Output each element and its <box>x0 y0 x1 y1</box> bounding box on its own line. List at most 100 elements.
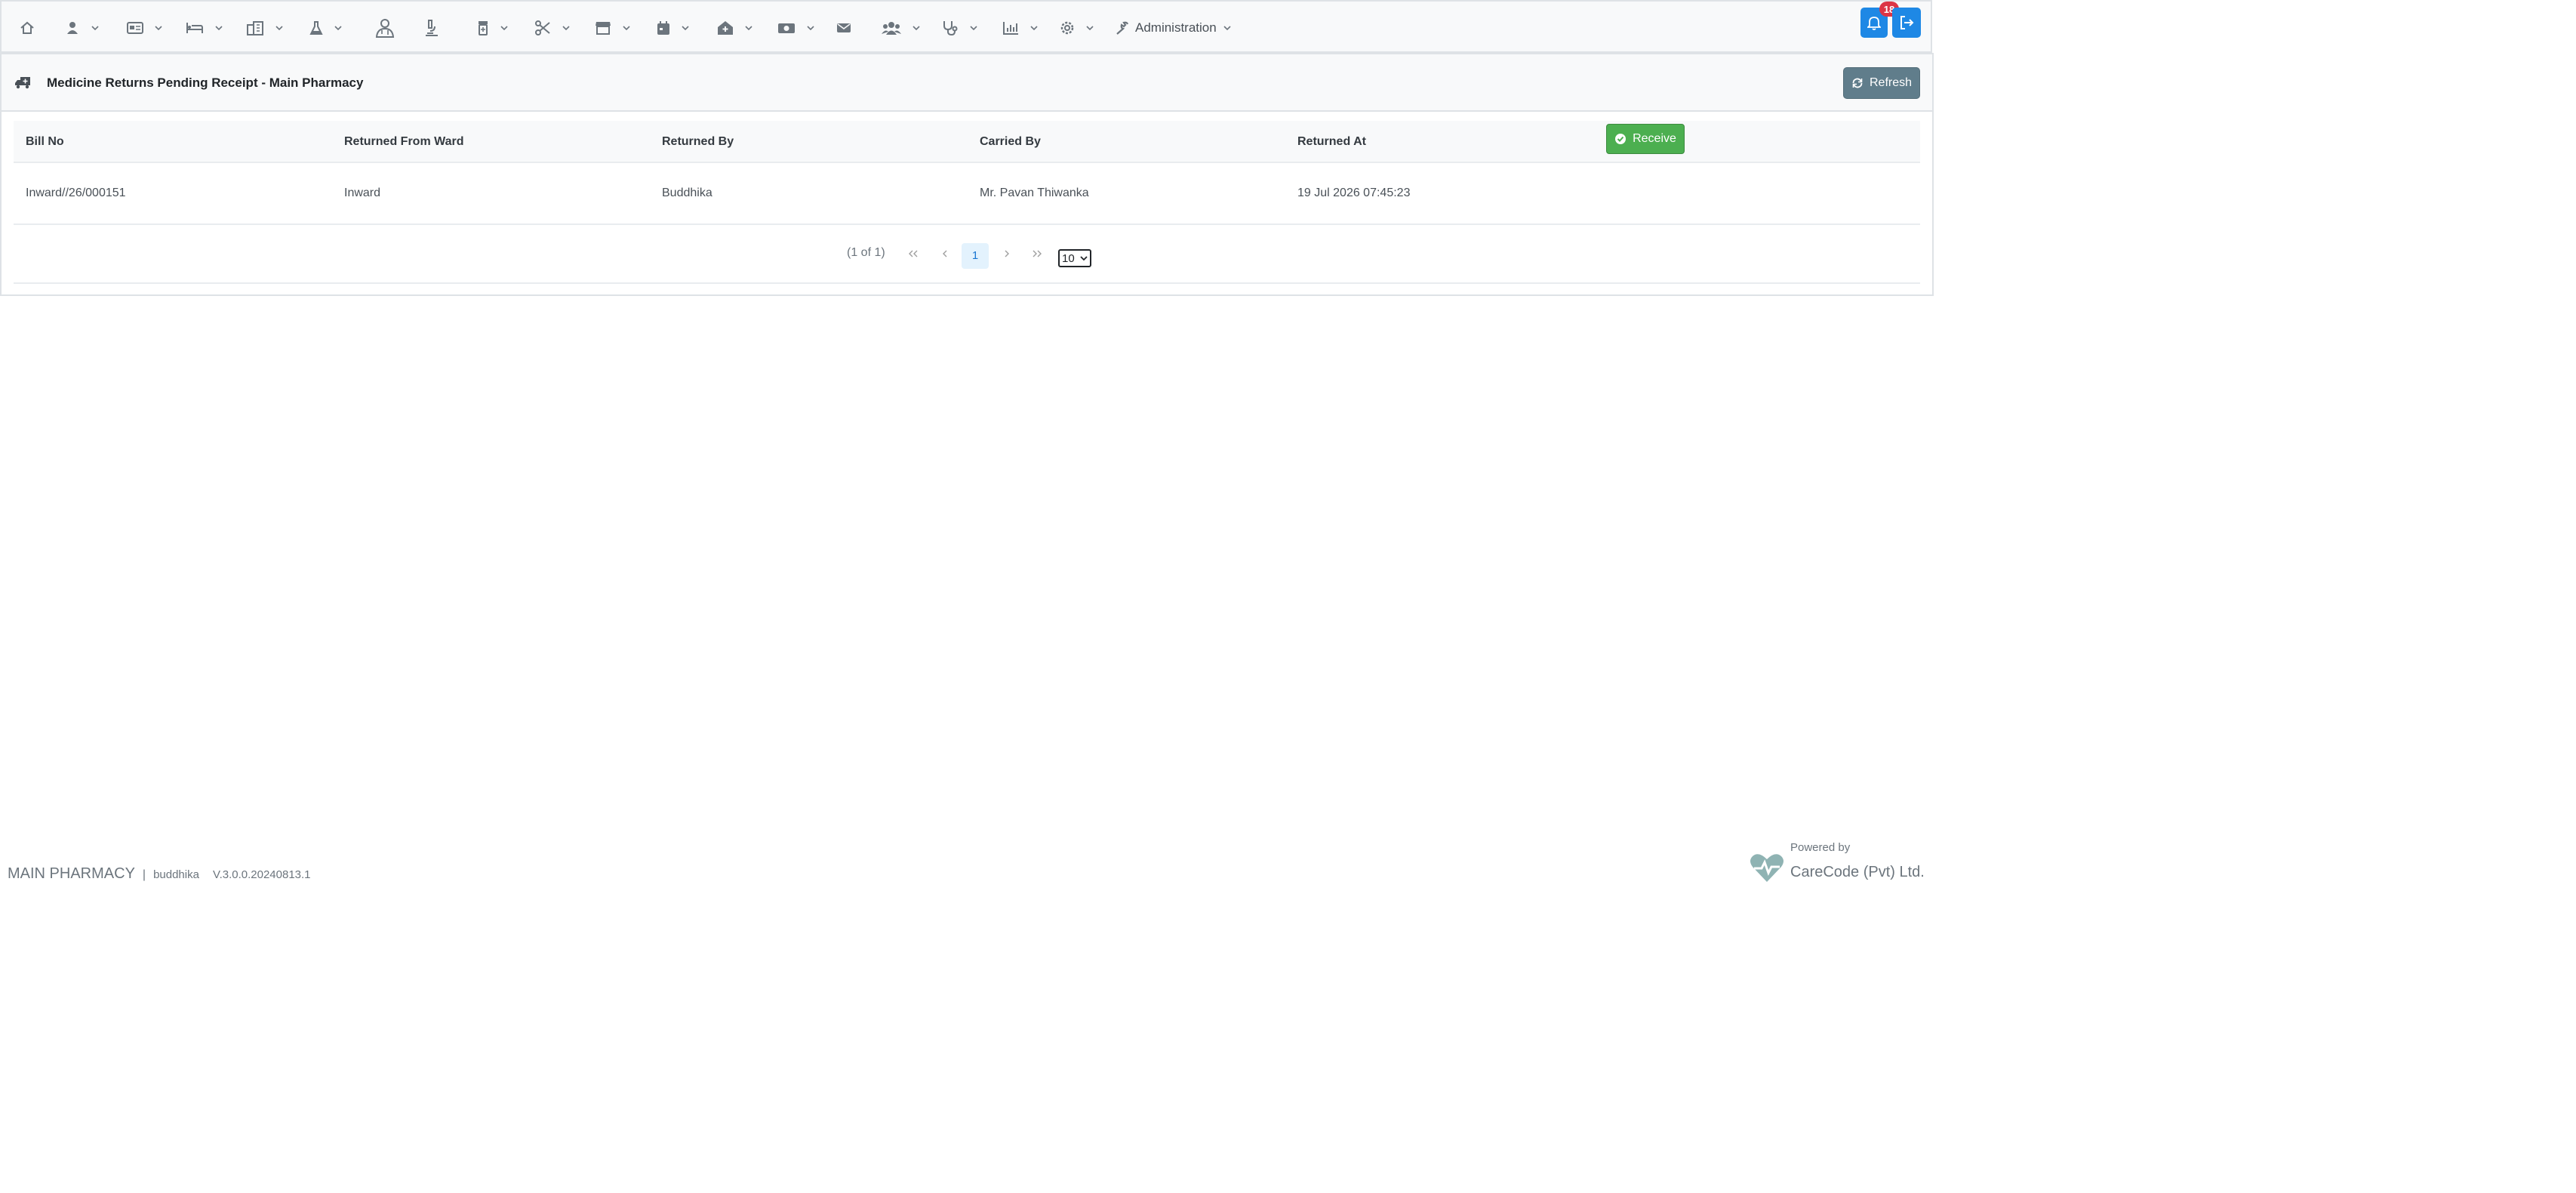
column-header-returned-at[interactable]: Returned At <box>1297 121 1366 163</box>
chevron-down-icon <box>500 26 508 31</box>
user-icon <box>67 22 78 34</box>
company-name: CareCode (Pvt) Ltd. <box>1790 864 1925 880</box>
envelope-icon <box>837 23 851 32</box>
column-header-bill-no[interactable]: Bill No <box>26 121 64 163</box>
column-header-ward[interactable]: Returned From Ward <box>344 121 464 163</box>
menu-clinic[interactable] <box>717 15 753 41</box>
cell-ward: Inward <box>344 187 381 199</box>
chevron-down-icon <box>215 26 223 31</box>
chevron-down-icon <box>1030 26 1038 31</box>
returns-panel: Medicine Returns Pending Receipt - Main … <box>0 53 1934 296</box>
rows-per-page-select[interactable]: 10 <box>1058 249 1091 267</box>
cell-returned-at: 19 Jul 2026 07:45:23 <box>1297 187 1411 199</box>
menu-opd[interactable] <box>127 15 163 41</box>
cell-bill-no: Inward//26/000151 <box>26 187 126 199</box>
menu-doctor[interactable] <box>374 15 395 41</box>
refresh-icon <box>1852 78 1863 88</box>
receive-label: Receive <box>1633 132 1676 145</box>
stethoscope-icon <box>943 21 958 36</box>
carecode-logo-icon <box>1750 854 1784 882</box>
logged-user: buddhika <box>153 868 199 881</box>
wrench-icon <box>1116 21 1129 35</box>
menu-appointments[interactable] <box>657 15 690 41</box>
menu-store[interactable] <box>595 15 631 41</box>
chevron-down-icon <box>913 26 920 31</box>
prev-page-button[interactable] <box>933 242 957 266</box>
double-chevron-right-icon <box>1033 250 1042 257</box>
paginator: (1 of 1) 1 10 <box>2 239 1932 269</box>
administration-label: Administration <box>1135 20 1217 35</box>
menu-pharmacy[interactable] <box>477 15 509 41</box>
flask-icon <box>309 21 323 35</box>
menu-clinical[interactable] <box>942 15 978 41</box>
top-menubar: Administration 18 <box>0 0 1932 53</box>
cell-returned-by: Buddhika <box>662 187 712 199</box>
page-title: Medicine Returns Pending Receipt - Main … <box>47 76 364 90</box>
version-label: V.3.0.0.20240813.1 <box>212 868 311 881</box>
table-row[interactable]: Inward//26/000151 Inward Buddhika Mr. Pa… <box>14 163 1920 225</box>
chevron-down-icon <box>155 26 162 31</box>
chevron-left-icon <box>943 250 947 257</box>
house-medical-icon <box>718 21 733 35</box>
money-icon <box>778 23 795 33</box>
truck-medical-icon <box>15 77 30 89</box>
menu-reports[interactable] <box>1002 15 1039 41</box>
pills-icon <box>479 21 488 35</box>
building-icon <box>247 21 263 35</box>
bed-icon <box>186 23 203 33</box>
column-header-carried-by[interactable]: Carried By <box>980 121 1041 163</box>
footer-separator: | <box>142 868 146 881</box>
id-card-icon <box>127 22 143 34</box>
menu-lab-results[interactable] <box>423 15 441 41</box>
user-doctor-icon <box>375 19 395 38</box>
chevron-down-icon <box>1086 26 1094 31</box>
chevron-down-icon <box>807 26 814 31</box>
logout-icon <box>1900 16 1914 29</box>
menu-staff[interactable] <box>882 15 921 41</box>
cell-carried-by: Mr. Pavan Thiwanka <box>980 187 1089 199</box>
chevron-down-icon <box>334 26 342 31</box>
menu-channel[interactable] <box>246 15 284 41</box>
menu-patients[interactable] <box>65 15 100 41</box>
bell-icon <box>1867 17 1881 30</box>
chevron-down-icon <box>562 26 570 31</box>
menu-inward[interactable] <box>186 15 223 41</box>
menu-theatre[interactable] <box>534 15 571 41</box>
column-header-returned-by[interactable]: Returned By <box>662 121 734 163</box>
double-chevron-left-icon <box>909 250 918 257</box>
store-icon <box>596 22 611 35</box>
next-page-button[interactable] <box>995 242 1019 266</box>
chart-icon <box>1003 22 1018 35</box>
chevron-down-icon <box>970 26 977 31</box>
last-page-button[interactable] <box>1025 242 1049 266</box>
page-report: (1 of 1) <box>847 246 885 259</box>
first-page-button[interactable] <box>901 242 925 266</box>
footer-info: MAIN PHARMACY | buddhika V.3.0.0.2024081… <box>8 865 311 883</box>
scissors-icon <box>535 20 550 35</box>
chevron-down-icon <box>1080 256 1088 261</box>
receive-button[interactable]: Receive <box>1606 124 1685 154</box>
home-icon <box>20 21 34 34</box>
menu-lab[interactable] <box>309 15 343 41</box>
menu-home[interactable] <box>20 15 35 41</box>
chevron-down-icon <box>682 26 689 31</box>
gear-icon <box>1060 21 1074 35</box>
powered-by-label: Powered by <box>1790 841 1851 854</box>
menu-messages[interactable] <box>836 15 851 41</box>
chevron-down-icon <box>275 26 283 31</box>
chevron-right-icon <box>1005 250 1009 257</box>
menu-settings[interactable] <box>1060 15 1094 41</box>
page-button-current[interactable]: 1 <box>962 243 989 269</box>
check-circle-icon <box>1615 134 1627 144</box>
refresh-label: Refresh <box>1869 76 1913 89</box>
chevron-down-icon <box>745 26 752 31</box>
rows-per-page-value: 10 <box>1062 251 1075 265</box>
panel-header: Medicine Returns Pending Receipt - Main … <box>2 54 1932 112</box>
refresh-button[interactable]: Refresh <box>1843 67 1920 99</box>
calendar-icon <box>657 21 669 35</box>
divider <box>14 282 1920 284</box>
logout-button[interactable] <box>1892 8 1921 38</box>
menu-administration[interactable]: Administration <box>1116 15 1232 41</box>
menu-cashier[interactable] <box>777 15 815 41</box>
users-icon <box>882 22 901 35</box>
